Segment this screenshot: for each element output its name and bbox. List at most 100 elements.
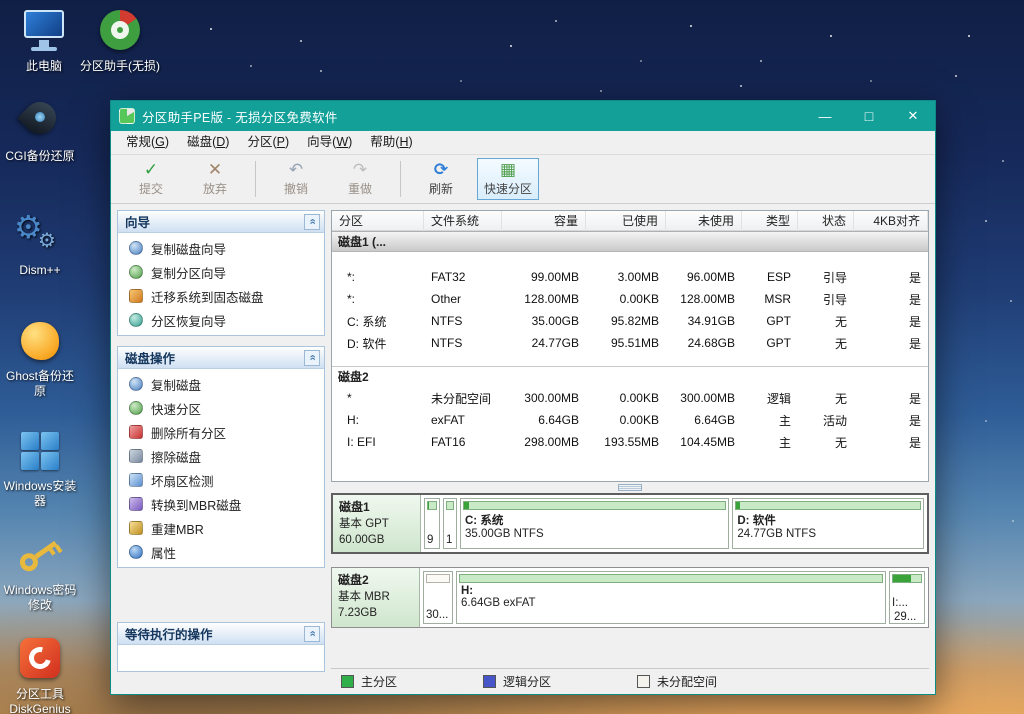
table-cell: 95.51MB [586,336,666,350]
desktop-icon-this-pc[interactable]: 此电脑 [4,8,84,74]
menu-wizard[interactable]: 向导(W) [298,131,361,154]
desktop-icon-windows-password[interactable]: Windows密码修改 [0,532,80,613]
column-header[interactable]: 容量 [502,211,586,231]
windows-password-icon [14,532,66,580]
close-button[interactable]: ✕ [891,101,935,131]
column-header[interactable]: 类型 [742,211,798,231]
sidebar-item-convert-to-mbr[interactable]: 转换到MBR磁盘 [118,492,324,516]
table-cell: GPT [742,336,798,350]
partition-label: C: 系统 [461,511,728,528]
redo-button[interactable]: ↷ 重做 [332,158,388,200]
quick-partition-button[interactable]: ▦ 快速分区 [477,158,539,200]
collapse-button[interactable]: « [304,626,320,642]
column-header[interactable]: 分区 [332,211,424,231]
collapse-icon: « [307,630,318,636]
desktop-icon-windows-installer[interactable]: Windows安装器 [0,428,80,509]
disk1-group-row[interactable]: 磁盘1 (... [332,231,928,252]
convert-mbr-icon [129,497,143,511]
sidebar-item-copy-disk[interactable]: 复制磁盘 [118,372,324,396]
partition-block-msr[interactable]: 1 [443,498,457,549]
disk-map-area: 磁盘1 基本 GPT 60.00GB 9 1 [331,492,929,668]
table-cell: 逻辑 [742,390,798,407]
menu-general[interactable]: 常规(G) [117,131,178,154]
partition-block-unallocated[interactable]: 30... [423,571,453,624]
sidebar-item-label: 属性 [151,543,176,562]
pane-splitter[interactable] [331,482,929,492]
menu-partition[interactable]: 分区(P) [238,131,298,154]
refresh-button[interactable]: ⟳ 刷新 [413,158,469,200]
partition-block-d[interactable]: D: 软件 24.77GB NTFS [732,498,924,549]
column-header[interactable]: 未使用 [666,211,742,231]
minimize-button[interactable]: — [803,101,847,131]
discard-label: 放弃 [203,180,227,197]
column-header[interactable]: 文件系统 [424,211,502,231]
table-cell: 无 [798,390,854,407]
menu-disk[interactable]: 磁盘(D) [178,131,238,154]
table-cell: ESP [742,270,798,284]
table-cell: 是 [854,313,928,330]
table-cell: 0.00KB [586,292,666,306]
desktop-icon-label: 此电脑 [4,59,84,74]
desktop-icon-label: 分区工具 DiskGenius [0,687,80,714]
column-header[interactable]: 已使用 [586,211,666,231]
sidebar-item-label: 删除所有分区 [151,423,226,442]
table-cell: 300.00MB [502,391,586,405]
disk1-label[interactable]: 磁盘1 基本 GPT 60.00GB [333,495,421,552]
table-cell: 99.00MB [502,270,586,284]
table-row[interactable]: D: 软件 NTFS 24.77GB 95.51MB 24.68GB GPT 无… [332,332,928,354]
table-cell: 无 [798,335,854,352]
desktop-icon-diskgenius[interactable]: 分区工具 DiskGenius [0,636,80,714]
sidebar-item-partition-recovery[interactable]: 分区恢复向导 [118,308,324,332]
collapse-button[interactable]: « [304,350,320,366]
table-row[interactable]: H: exFAT 6.64GB 0.00KB 6.64GB 主 活动 是 [332,409,928,431]
partition-block-i[interactable]: I:... 29... [889,571,925,624]
disk2-label[interactable]: 磁盘2 基本 MBR 7.23GB [332,568,420,627]
table-row[interactable]: C: 系统 NTFS 35.00GB 95.82MB 34.91GB GPT 无… [332,310,928,332]
desktop-icon-dism[interactable]: ⚙⚙ Dism++ [0,212,80,278]
disk2-row[interactable]: 磁盘2 基本 MBR 7.23GB 30... H: 6.64GB exFAT [331,567,929,628]
sidebar-item-properties[interactable]: 属性 [118,540,324,564]
sidebar-item-delete-all-partitions[interactable]: 删除所有分区 [118,420,324,444]
table-cell: 无 [798,434,854,451]
commit-button[interactable]: ✓ 提交 [123,158,179,200]
partition-block-c[interactable]: C: 系统 35.00GB NTFS [460,498,729,549]
sidebar-item-quick-partition[interactable]: 快速分区 [118,396,324,420]
legend-unallocated: 未分配空间 [637,673,717,690]
table-cell: 引导 [798,291,854,308]
sidebar-item-copy-partition-wizard[interactable]: 复制分区向导 [118,260,324,284]
table-row[interactable]: * 未分配空间 300.00MB 0.00KB 300.00MB 逻辑 无 是 [332,387,928,409]
desktop-icon-ghost-backup[interactable]: Ghost备份还原 [0,318,80,399]
dism-icon: ⚙⚙ [14,212,66,260]
collapse-button[interactable]: « [304,214,320,230]
partition-block-esp[interactable]: 9 [424,498,440,549]
disk-bus: 基本 GPT [339,516,414,532]
undo-icon: ↶ [289,161,303,179]
disk2-group-row[interactable]: 磁盘2 [332,366,928,387]
titlebar[interactable]: 分区助手PE版 - 无损分区免费软件 — □ ✕ [111,101,935,131]
sidebar-item-bad-sector-check[interactable]: 坏扇区检测 [118,468,324,492]
table-row[interactable]: I: EFI FAT16 298.00MB 193.55MB 104.45MB … [332,431,928,453]
desktop-icon-cgi-backup[interactable]: CGI备份还原 [0,98,80,164]
sidebar-item-wipe-disk[interactable]: 擦除磁盘 [118,444,324,468]
discard-button[interactable]: ✕ 放弃 [187,158,243,200]
desktop-icon-partition-assistant[interactable]: 分区助手(无损) [80,8,160,74]
table-row[interactable]: *: FAT32 99.00MB 3.00MB 96.00MB ESP 引导 是 [332,266,928,288]
column-header[interactable]: 状态 [798,211,854,231]
sidebar-item-copy-disk-wizard[interactable]: 复制磁盘向导 [118,236,324,260]
disk1-row[interactable]: 磁盘1 基本 GPT 60.00GB 9 1 [331,493,929,554]
copy-partition-wizard-icon [129,265,143,279]
table-cell: C: 系统 [332,313,424,330]
column-header[interactable]: 4KB对齐 [854,211,928,231]
table-row[interactable]: *: Other 128.00MB 0.00KB 128.00MB MSR 引导… [332,288,928,310]
sidebar-item-migrate-os[interactable]: 迁移系统到固态磁盘 [118,284,324,308]
table-cell: * [332,391,424,405]
menu-help[interactable]: 帮助(H) [361,131,421,154]
partition-block-h[interactable]: H: 6.64GB exFAT [456,571,886,624]
sidebar-item-rebuild-mbr[interactable]: 重建MBR [118,516,324,540]
table-cell: exFAT [424,413,502,427]
maximize-button[interactable]: □ [847,101,891,131]
undo-button[interactable]: ↶ 撤销 [268,158,324,200]
splitter-grip-icon [618,484,642,491]
unallocated-swatch [637,675,650,688]
disk-name: 磁盘2 [338,572,413,589]
